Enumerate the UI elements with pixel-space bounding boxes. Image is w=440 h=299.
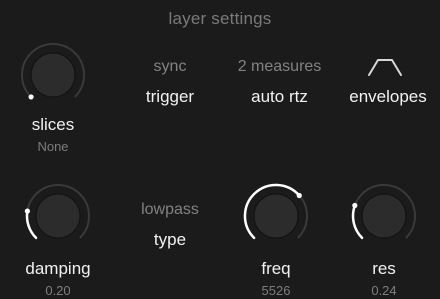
slices-label: slices xyxy=(31,115,75,134)
slices-knob[interactable] xyxy=(13,35,93,115)
damping-knob[interactable] xyxy=(18,176,98,256)
sync-caption: sync xyxy=(153,58,187,75)
page-title: layer settings xyxy=(168,9,272,28)
freq-value: 5526 xyxy=(261,283,291,298)
envelope-shape-icon[interactable] xyxy=(365,56,405,78)
damping-value: 0.20 xyxy=(45,283,71,298)
res-knob[interactable] xyxy=(344,176,424,256)
length-caption: 2 measures xyxy=(237,58,322,75)
freq-label: freq xyxy=(261,259,291,278)
damping-label: damping xyxy=(25,259,91,278)
auto-rtz-button[interactable]: auto rtz xyxy=(222,87,337,107)
envelopes-button[interactable]: envelopes xyxy=(338,87,438,107)
slices-value: None xyxy=(37,139,69,154)
filter-caption: lowpass xyxy=(141,201,199,218)
freq-knob[interactable] xyxy=(236,176,316,256)
res-value: 0.24 xyxy=(371,283,397,298)
filter-type-button[interactable]: type xyxy=(125,230,215,250)
res-label: res xyxy=(372,259,396,278)
sync-trigger-button[interactable]: trigger xyxy=(125,87,215,107)
